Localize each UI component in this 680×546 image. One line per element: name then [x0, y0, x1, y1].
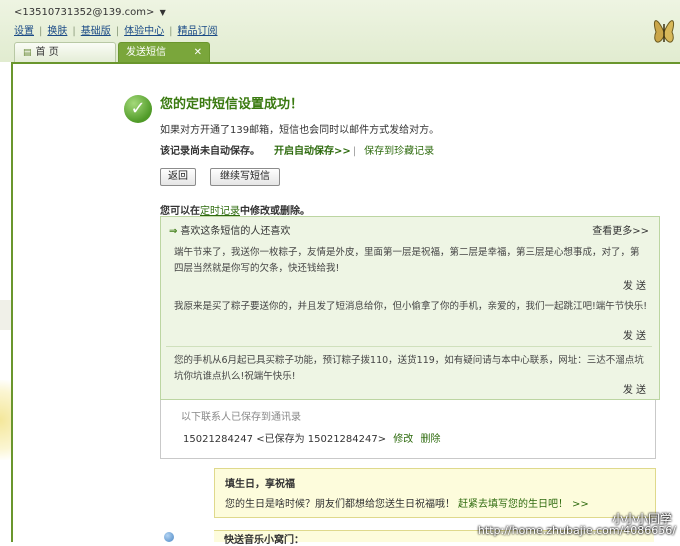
- tab-send-sms[interactable]: 发送短信 ✕: [118, 42, 210, 63]
- auto-save-link[interactable]: 开启自动保存>>: [274, 146, 351, 157]
- save-options: 该记录尚未自动保存。 开启自动保存>> | 保存到珍藏记录: [160, 142, 434, 157]
- result-description: 如果对方开通了139邮箱，短信也会同时以邮件方式发给对方。: [160, 125, 440, 136]
- recommendation-heading: ⇒ 喜欢这条短信的人还喜欢: [169, 222, 290, 237]
- link-separator: |: [352, 146, 357, 157]
- contact-saved-as: <已保存为 15021284247>: [256, 434, 387, 445]
- sms-text: 我原来是买了粽子要送你的，并且发了短消息给你，但小偷拿了你的手机，亲爱的，我们一…: [174, 301, 648, 312]
- modify-contact-link[interactable]: 修改: [393, 434, 413, 445]
- saved-contacts-label: 以下联系人已保存到通讯录: [181, 412, 301, 423]
- modify-hint: 您可以在定时记录中修改或删除。: [160, 202, 310, 217]
- decorative-background: [0, 300, 11, 330]
- tab-send-sms-label: 发送短信: [126, 47, 166, 58]
- view-more-link[interactable]: 查看更多>>: [592, 222, 649, 237]
- menu-basic[interactable]: 基础版: [81, 26, 111, 37]
- arrow-right-icon: ⇒: [169, 226, 178, 237]
- menu-separator: |: [39, 26, 43, 37]
- tab-home-label: 首 页: [35, 47, 59, 58]
- chevron-down-icon[interactable]: ▼: [160, 8, 166, 17]
- birthday-title: 填生日，享祝福: [225, 479, 295, 490]
- decorative-background: [0, 380, 11, 460]
- menu-subscribe[interactable]: 精品订阅: [178, 26, 218, 37]
- delete-contact-link[interactable]: 删除: [420, 434, 440, 445]
- menu-separator: |: [115, 26, 120, 37]
- fill-birthday-link[interactable]: 赶紧去填写您的生日吧！: [458, 499, 568, 510]
- recommendation-panel: ⇒ 喜欢这条短信的人还喜欢 查看更多>> 端午节来了，我送你一枚粽子，友情是外皮，…: [160, 216, 660, 400]
- list-item: 我原来是买了粽子要送你的，并且发了短消息给你，但小偷拿了你的手机，亲爱的，我们一…: [166, 293, 652, 345]
- birthday-promo: 填生日，享祝福 您的生日是啥时候？朋友们都想给您送生日祝福哦！ 赶紧去填写您的生日…: [214, 468, 656, 518]
- menu-separator: |: [169, 26, 173, 37]
- close-icon[interactable]: ✕: [194, 43, 202, 63]
- sms-text: 您的手机从6月起已具买粽子功能，预订粽子拨110，送货119，如有疑问请与本中心…: [174, 355, 644, 382]
- send-link[interactable]: 发 送: [623, 327, 646, 342]
- sms-text: 端午节来了，我送你一枚粽子，友情是外皮，里面第一层是祝福，第二层是幸福，第三层是…: [174, 247, 640, 274]
- watermark-url: http://home.zhubajie.com/4086656/: [477, 524, 676, 537]
- butterfly-icon: [653, 20, 675, 43]
- saved-contacts-panel: 以下联系人已保存到通讯录 15021284247 <已保存为 150212842…: [160, 400, 656, 459]
- list-item: 端午节来了，我送你一枚粽子，友情是外皮，里面第一层是祝福，第二层是幸福，第三层是…: [166, 239, 652, 295]
- birthday-text-row: 您的生日是啥时候？朋友们都想给您送生日祝福哦！ 赶紧去填写您的生日吧！ >>: [225, 495, 589, 510]
- list-item: 您的手机从6月起已具买粽子功能，预订粽子拨110，送货119，如有疑问请与本中心…: [166, 347, 652, 399]
- not-saved-notice: 该记录尚未自动保存。: [160, 146, 260, 157]
- success-check-icon: ✓: [124, 95, 152, 123]
- save-favorites-link[interactable]: 保存到珍藏记录: [364, 146, 434, 157]
- continue-writing-button[interactable]: 继续写短信: [210, 168, 280, 186]
- birthday-text: 您的生日是啥时候？朋友们都想给您送生日祝福哦！: [225, 499, 455, 510]
- back-button[interactable]: 返回: [160, 168, 196, 186]
- send-link[interactable]: 发 送: [623, 277, 646, 292]
- account-switcher[interactable]: <13510731352@139.com> ▼: [14, 7, 166, 18]
- menu-separator: |: [72, 26, 76, 37]
- info-icon: [164, 532, 174, 542]
- page-title: 您的定时短信设置成功！: [160, 97, 304, 112]
- menu-experience[interactable]: 体验中心: [124, 26, 164, 37]
- top-menu: 设置 | 换肤 | 基础版 | 体验中心 | 精品订阅: [14, 22, 218, 37]
- tab-home[interactable]: ▤ 首 页: [14, 42, 116, 63]
- contact-row: 15021284247 <已保存为 15021284247> 修改 删除: [183, 430, 440, 445]
- birthday-more-link[interactable]: >>: [572, 499, 589, 510]
- account-email[interactable]: <13510731352@139.com>: [14, 7, 154, 18]
- menu-settings[interactable]: 设置: [14, 26, 34, 37]
- recommendation-heading-text: 喜欢这条短信的人还喜欢: [180, 226, 291, 237]
- home-icon: ▤: [23, 48, 32, 58]
- send-link[interactable]: 发 送: [623, 381, 646, 396]
- contact-number: 15021284247: [183, 434, 253, 445]
- menu-skin[interactable]: 换肤: [47, 26, 67, 37]
